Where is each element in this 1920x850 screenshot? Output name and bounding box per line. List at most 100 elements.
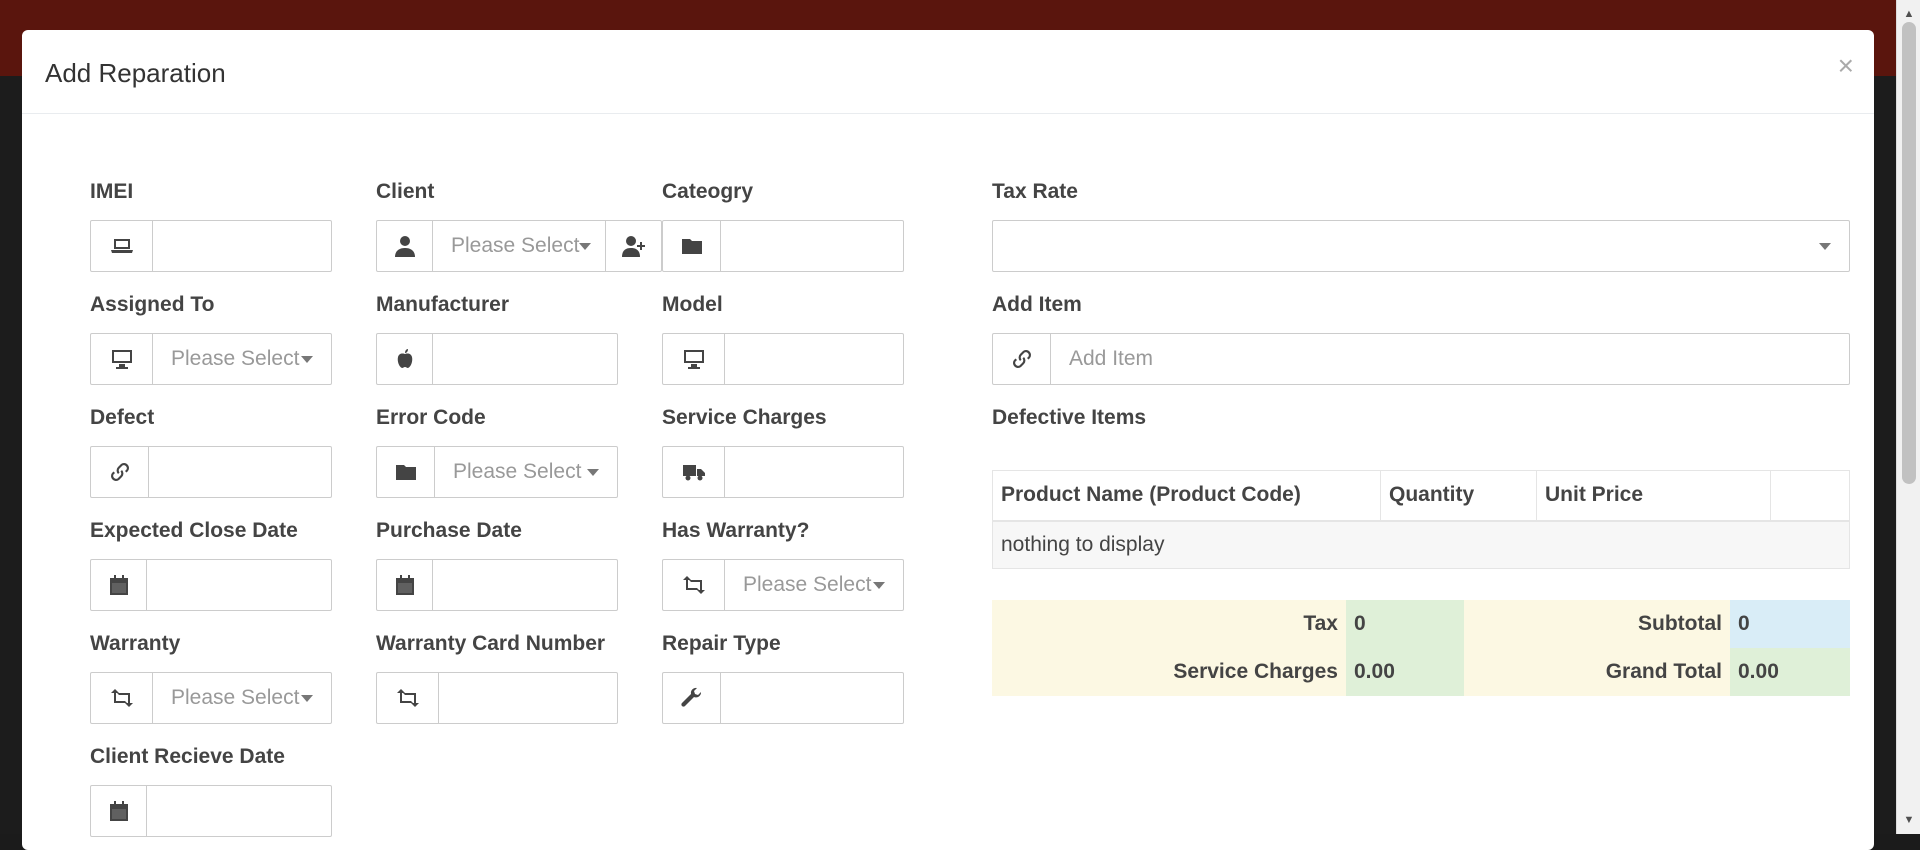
add-item-input[interactable]: Add Item xyxy=(1051,334,1849,384)
folder-icon xyxy=(377,447,435,497)
tax-label: Tax xyxy=(992,600,1346,648)
has-warranty-input-group: Please Select xyxy=(662,559,904,611)
warranty-label: Warranty xyxy=(90,632,181,655)
chevron-down-icon xyxy=(1819,242,1831,250)
page-scrollbar[interactable]: ▲ ▼ xyxy=(1896,0,1920,834)
service-charges-total-label: Service Charges xyxy=(992,648,1346,696)
client-receive-date-input-group xyxy=(90,785,332,837)
add-user-icon[interactable] xyxy=(605,221,661,271)
repair-type-label: Repair Type xyxy=(662,632,781,655)
retweet-icon xyxy=(663,560,725,610)
client-select[interactable]: Please Select xyxy=(433,221,605,271)
grand-total-label: Grand Total xyxy=(1464,648,1730,696)
category-input[interactable] xyxy=(721,221,903,271)
scrollbar-thumb[interactable] xyxy=(1902,22,1916,484)
has-warranty-select[interactable]: Please Select xyxy=(725,560,903,610)
category-input-group xyxy=(662,220,904,272)
truck-icon xyxy=(663,447,725,497)
expected-close-date-field: Expected Close Date xyxy=(90,519,332,611)
user-icon xyxy=(377,221,433,271)
defective-items-label: Defective Items xyxy=(992,406,1147,429)
column-header-unit-price: Unit Price xyxy=(1536,470,1771,522)
retweet-icon xyxy=(91,673,153,723)
expected-close-date-input-group xyxy=(90,559,332,611)
repair-type-input-group xyxy=(662,672,904,724)
purchase-date-input[interactable] xyxy=(433,560,617,610)
defective-items-table: Product Name (Product Code) Quantity Uni… xyxy=(992,470,1850,569)
warranty-card-number-field: Warranty Card Number xyxy=(376,632,618,724)
service-charges-input[interactable] xyxy=(725,447,903,497)
expected-close-date-label: Expected Close Date xyxy=(90,519,298,542)
wrench-icon xyxy=(663,673,721,723)
column-header-quantity: Quantity xyxy=(1380,470,1537,522)
desktop-icon xyxy=(663,334,725,384)
folder-icon xyxy=(663,221,721,271)
warranty-card-number-input-group xyxy=(376,672,618,724)
client-receive-date-input[interactable] xyxy=(147,786,331,836)
warranty-card-number-label: Warranty Card Number xyxy=(376,632,606,655)
modal-title: Add Reparation xyxy=(45,58,226,88)
scroll-up-arrow-icon[interactable]: ▲ xyxy=(1897,4,1920,24)
warranty-select-value: Please Select xyxy=(171,686,300,709)
warranty-field: Warranty Please Select xyxy=(90,632,332,724)
grand-total-value: 0.00 xyxy=(1730,648,1850,696)
manufacturer-field: Manufacturer xyxy=(376,293,618,385)
tax-rate-select-value xyxy=(993,221,1849,271)
category-label: Cateogry xyxy=(662,180,754,203)
error-code-select-value: Please Select xyxy=(453,460,582,483)
warranty-select[interactable]: Please Select xyxy=(153,673,331,723)
tax-rate-select[interactable] xyxy=(992,220,1850,272)
has-warranty-field: Has Warranty? Please Select xyxy=(662,519,904,611)
desktop-icon xyxy=(91,334,153,384)
manufacturer-input[interactable] xyxy=(433,334,617,384)
scroll-down-arrow-icon[interactable]: ▼ xyxy=(1897,810,1920,830)
repair-type-input[interactable] xyxy=(721,673,903,723)
defect-label: Defect xyxy=(90,406,155,429)
table-row: nothing to display xyxy=(992,520,1850,569)
defect-input-group xyxy=(90,446,332,498)
client-label: Client xyxy=(376,180,435,203)
client-receive-date-field: Client Recieve Date xyxy=(90,745,332,837)
model-input[interactable] xyxy=(725,334,903,384)
chevron-down-icon xyxy=(579,242,592,250)
tax-value: 0 xyxy=(1346,600,1464,648)
assigned-to-select[interactable]: Please Select xyxy=(153,334,331,384)
service-charges-input-group xyxy=(662,446,904,498)
laptop-icon xyxy=(91,221,153,271)
table-header-row: Product Name (Product Code) Quantity Uni… xyxy=(992,470,1850,522)
purchase-date-field: Purchase Date xyxy=(376,519,618,611)
column-header-actions xyxy=(1770,470,1850,522)
totals-row-1: Tax 0 Subtotal 0 xyxy=(992,600,1850,648)
warranty-card-number-input[interactable] xyxy=(439,673,617,723)
defective-items-heading-wrap: Defective Items xyxy=(992,406,1850,434)
expected-close-date-input[interactable] xyxy=(147,560,331,610)
model-field: Model xyxy=(662,293,904,385)
close-button[interactable]: × xyxy=(1838,52,1854,80)
totals-table: Tax 0 Subtotal 0 Service Charges 0.00 Gr… xyxy=(992,600,1850,696)
modal-header: Add Reparation × xyxy=(22,30,1874,114)
add-item-input-group: Add Item xyxy=(992,333,1850,385)
error-code-label: Error Code xyxy=(376,406,486,429)
defect-input[interactable] xyxy=(149,447,331,497)
purchase-date-input-group xyxy=(376,559,618,611)
chevron-down-icon xyxy=(587,468,599,476)
calendar-icon xyxy=(377,560,433,610)
column-header-product-name: Product Name (Product Code) xyxy=(992,470,1381,522)
service-charges-total-value: 0.00 xyxy=(1346,648,1464,696)
imei-input-group xyxy=(90,220,332,272)
assigned-to-select-value: Please Select xyxy=(171,347,300,370)
manufacturer-input-group xyxy=(376,333,618,385)
model-label: Model xyxy=(662,293,723,316)
imei-input[interactable] xyxy=(153,221,331,271)
defect-field: Defect xyxy=(90,406,332,498)
chevron-down-icon xyxy=(301,694,313,702)
client-field: Client Please Select xyxy=(376,180,662,272)
tax-rate-label: Tax Rate xyxy=(992,180,1078,203)
has-warranty-label: Has Warranty? xyxy=(662,519,810,542)
error-code-field: Error Code Please Select xyxy=(376,406,618,498)
empty-table-message: nothing to display xyxy=(992,520,1850,569)
assigned-to-input-group: Please Select xyxy=(90,333,332,385)
has-warranty-select-value: Please Select xyxy=(743,573,872,596)
error-code-select[interactable]: Please Select xyxy=(435,447,617,497)
add-reparation-modal: Add Reparation × IMEI Client Please Sele… xyxy=(22,30,1874,850)
